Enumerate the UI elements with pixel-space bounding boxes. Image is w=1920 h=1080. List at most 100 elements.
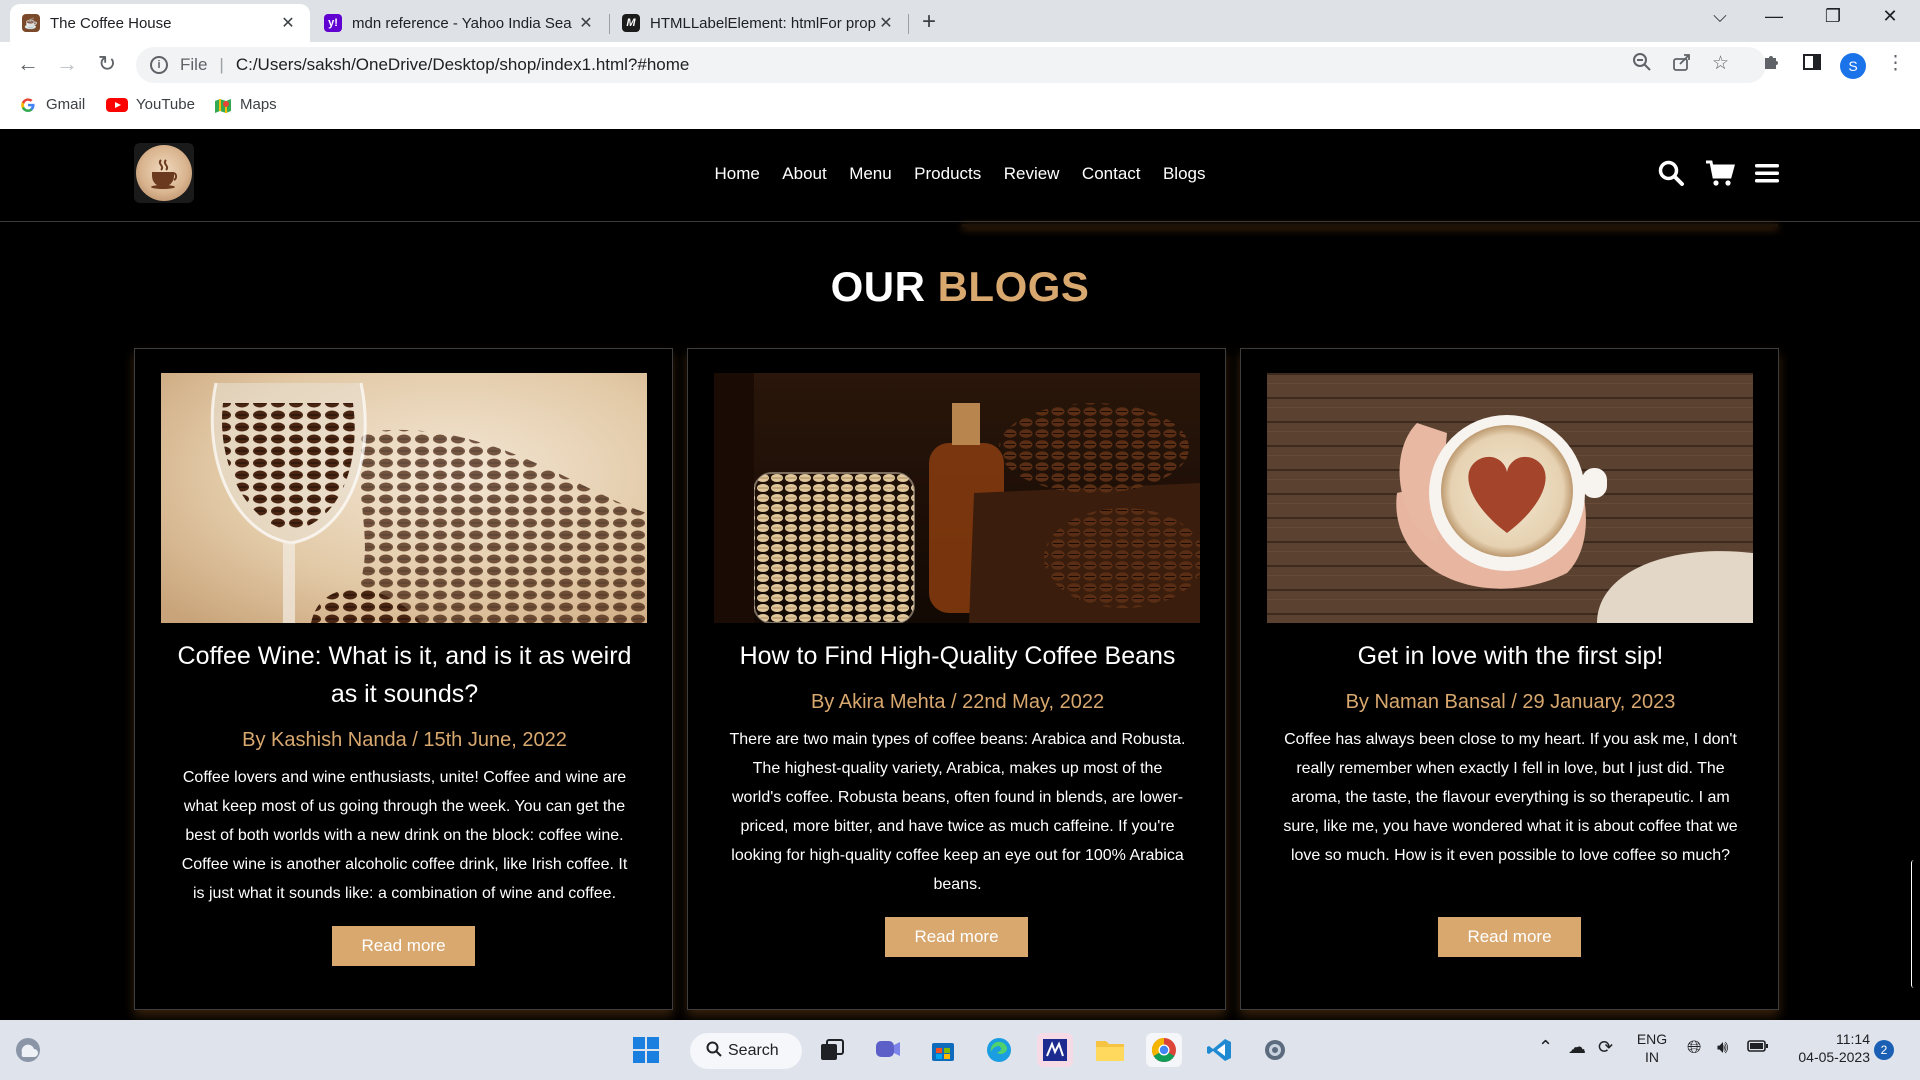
nav-link-menu[interactable]: Menu (849, 164, 892, 184)
search-label: Search (728, 1042, 779, 1059)
edge-browser-icon[interactable] (981, 1033, 1017, 1067)
weather-widget-icon[interactable] (10, 1033, 46, 1067)
blog-description: There are two main types of coffee beans… (729, 731, 1186, 893)
share-icon[interactable] (1672, 52, 1692, 78)
restore-icon[interactable]: ❐ (1813, 6, 1853, 27)
vscode-icon[interactable] (1201, 1033, 1237, 1067)
coffee-favicon-icon: ☕ (22, 14, 40, 32)
tab-yahoo-search[interactable]: y! mdn reference - Yahoo India Sea ✕ (312, 4, 608, 42)
bookmark-label: Gmail (46, 96, 86, 113)
yahoo-favicon-icon: y! (324, 14, 342, 32)
mdn-favicon-icon: M (622, 14, 640, 32)
volume-icon[interactable]: 🔊︎ (1717, 1037, 1728, 1058)
time: 11:14 (1836, 1031, 1870, 1047)
hamburger-menu-icon[interactable] (1754, 159, 1780, 192)
language-code: ENG (1636, 1031, 1668, 1047)
read-more-button[interactable]: Read more (1438, 917, 1581, 957)
search-icon[interactable] (1657, 159, 1685, 192)
address-bar[interactable]: i File | C:/Users/saksh/OneDrive/Desktop… (136, 47, 1766, 83)
section-heading: OUR BLOGS (0, 263, 1920, 311)
previous-section-edge (962, 224, 1778, 227)
search-icon (706, 1041, 722, 1062)
extensions-puzzle-icon[interactable] (1762, 52, 1782, 78)
nav-link-contact[interactable]: Contact (1082, 164, 1141, 184)
blog-card: Get in love with the first sip! By Naman… (1240, 348, 1779, 1010)
profile-avatar[interactable]: S (1840, 53, 1866, 79)
battery-icon[interactable] (1747, 1037, 1769, 1058)
chevron-up-icon[interactable]: ⌃ (1538, 1037, 1553, 1058)
zoom-icon[interactable] (1632, 52, 1652, 78)
blog-description: Coffee lovers and wine enthusiasts, unit… (181, 769, 628, 902)
nav-link-review[interactable]: Review (1004, 164, 1060, 184)
info-icon[interactable]: i (150, 56, 168, 74)
blog-author-date: By Akira Mehta / 22nd May, 2022 (810, 691, 1105, 713)
date: 04-05-2023 (1798, 1049, 1870, 1065)
minimize-icon[interactable]: — (1754, 6, 1794, 27)
tab-title: HTMLLabelElement: htmlFor prop (650, 14, 876, 32)
region-code: IN (1645, 1049, 1659, 1065)
tab-title: The Coffee House (50, 14, 172, 32)
blog-image-heart-latte (1267, 373, 1753, 623)
tab-mdn[interactable]: M HTMLLabelElement: htmlFor prop ✕ (610, 4, 908, 42)
nav-link-about[interactable]: About (782, 164, 826, 184)
close-tab-icon[interactable]: ✕ (876, 13, 896, 33)
read-more-button[interactable]: Read more (332, 926, 475, 966)
plus-icon[interactable]: + (922, 8, 936, 36)
youtube-icon (106, 97, 128, 113)
network-globe-icon[interactable]: 🌐︎ (1687, 1037, 1701, 1058)
nav-link-blogs[interactable]: Blogs (1163, 164, 1206, 184)
blog-title: Get in love with the first sip! (1357, 642, 1664, 670)
page-scrollbar-thumb[interactable] (1911, 860, 1917, 988)
nav-link-products[interactable]: Products (914, 164, 981, 184)
back-arrow-icon[interactable]: ← (14, 51, 42, 77)
teams-chat-icon[interactable] (870, 1033, 906, 1067)
kebab-menu-icon[interactable]: ⋮ (1886, 52, 1905, 75)
read-more-button[interactable]: Read more (885, 917, 1028, 957)
forward-arrow-icon[interactable]: → (53, 51, 81, 77)
nav-link-home[interactable]: Home (714, 164, 759, 184)
reload-icon[interactable]: ↻ (93, 51, 121, 77)
task-view-icon[interactable] (814, 1033, 850, 1067)
bookmark-maps[interactable]: Maps (214, 96, 277, 113)
notification-badge[interactable]: 2 (1874, 1040, 1894, 1060)
blog-title: Coffee Wine: What is it, and is it as we… (177, 642, 632, 708)
side-panel-icon[interactable] (1802, 52, 1822, 78)
heading-accent-word: BLOGS (937, 263, 1090, 310)
microsoft-store-icon[interactable] (925, 1033, 961, 1067)
onedrive-cloud-icon[interactable]: ☁ (1568, 1037, 1586, 1058)
bookmark-gmail[interactable]: Gmail (20, 96, 85, 113)
tab-strip: ☕ The Coffee House ✕ y! mdn reference - … (0, 0, 1920, 42)
bookmark-label: YouTube (136, 96, 195, 113)
sync-icon[interactable]: ⟳ (1598, 1037, 1613, 1058)
taskbar-search[interactable]: Search (690, 1033, 802, 1069)
bookmarks-bar: Gmail YouTube Maps (0, 88, 1920, 129)
windows-start-icon[interactable] (628, 1033, 664, 1067)
blog-image-coffee-jars (714, 373, 1200, 623)
main-nav: Home About Menu Products Review Contact … (0, 164, 1920, 184)
blog-description: Coffee has always been close to my heart… (1283, 731, 1738, 864)
blog-title: How to Find High-Quality Coffee Beans (739, 642, 1176, 670)
settings-gear-icon[interactable] (1257, 1033, 1293, 1067)
scheme-label: File (180, 55, 208, 74)
url-text[interactable]: C:/Users/saksh/OneDrive/Desktop/shop/ind… (236, 55, 690, 75)
close-window-icon[interactable]: ✕ (1870, 6, 1910, 27)
mdn-app-icon[interactable] (1037, 1033, 1073, 1067)
address-divider: | (219, 55, 224, 74)
google-icon (20, 97, 38, 113)
tab-search-chevron-icon[interactable]: ⌵ (1700, 6, 1740, 27)
bookmark-youtube[interactable]: YouTube (106, 96, 195, 113)
tab-title: mdn reference - Yahoo India Sea (352, 14, 572, 32)
maps-icon (214, 97, 232, 113)
site-header: Home About Menu Products Review Contact … (0, 129, 1920, 222)
clock[interactable]: 11:14 04-05-2023 (1782, 1030, 1870, 1066)
close-tab-icon[interactable]: ✕ (278, 13, 298, 33)
blog-card: How to Find High-Quality Coffee Beans By… (687, 348, 1226, 1010)
shopping-cart-icon[interactable] (1705, 159, 1735, 192)
bookmark-star-icon[interactable]: ☆ (1712, 52, 1729, 75)
chrome-browser-icon[interactable] (1146, 1033, 1182, 1067)
tab-coffee-house[interactable]: ☕ The Coffee House ✕ (10, 4, 310, 42)
file-explorer-icon[interactable] (1092, 1033, 1128, 1067)
close-tab-icon[interactable]: ✕ (576, 13, 596, 33)
language-indicator[interactable]: ENG IN (1630, 1030, 1674, 1066)
tab-divider (908, 14, 909, 34)
